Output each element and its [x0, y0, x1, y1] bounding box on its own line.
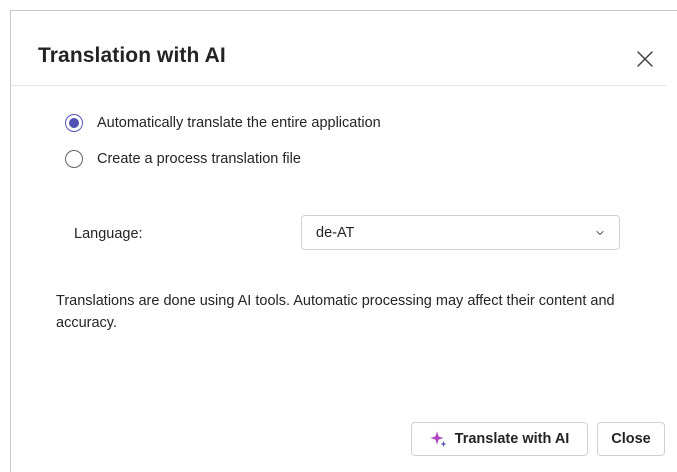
translation-dialog: Translation with AI Automatically transl…	[10, 10, 677, 472]
close-button[interactable]: Close	[597, 422, 665, 456]
radio-label: Create a process translation file	[97, 151, 301, 167]
ai-disclaimer-text: Translations are done using AI tools. Au…	[56, 293, 615, 331]
language-select-value: de-AT	[316, 225, 355, 241]
sparkle-icon	[430, 431, 447, 447]
radio-label: Automatically translate the entire appli…	[97, 115, 381, 131]
radio-button-unchecked[interactable]	[65, 150, 83, 168]
chevron-down-icon	[596, 230, 604, 236]
radio-option-translate-entire-app[interactable]: Automatically translate the entire appli…	[65, 114, 381, 132]
language-label: Language:	[74, 226, 143, 242]
dialog-title: Translation with AI	[38, 44, 226, 67]
close-button-label: Close	[611, 431, 651, 447]
dialog-header: Translation with AI	[11, 11, 666, 86]
language-select[interactable]: de-AT	[301, 215, 620, 250]
close-icon[interactable]	[635, 49, 655, 69]
radio-option-process-translation-file[interactable]: Create a process translation file	[65, 150, 301, 168]
translate-with-ai-button[interactable]: Translate with AI	[411, 422, 588, 456]
radio-button-checked[interactable]	[65, 114, 83, 132]
translate-button-label: Translate with AI	[454, 431, 570, 447]
